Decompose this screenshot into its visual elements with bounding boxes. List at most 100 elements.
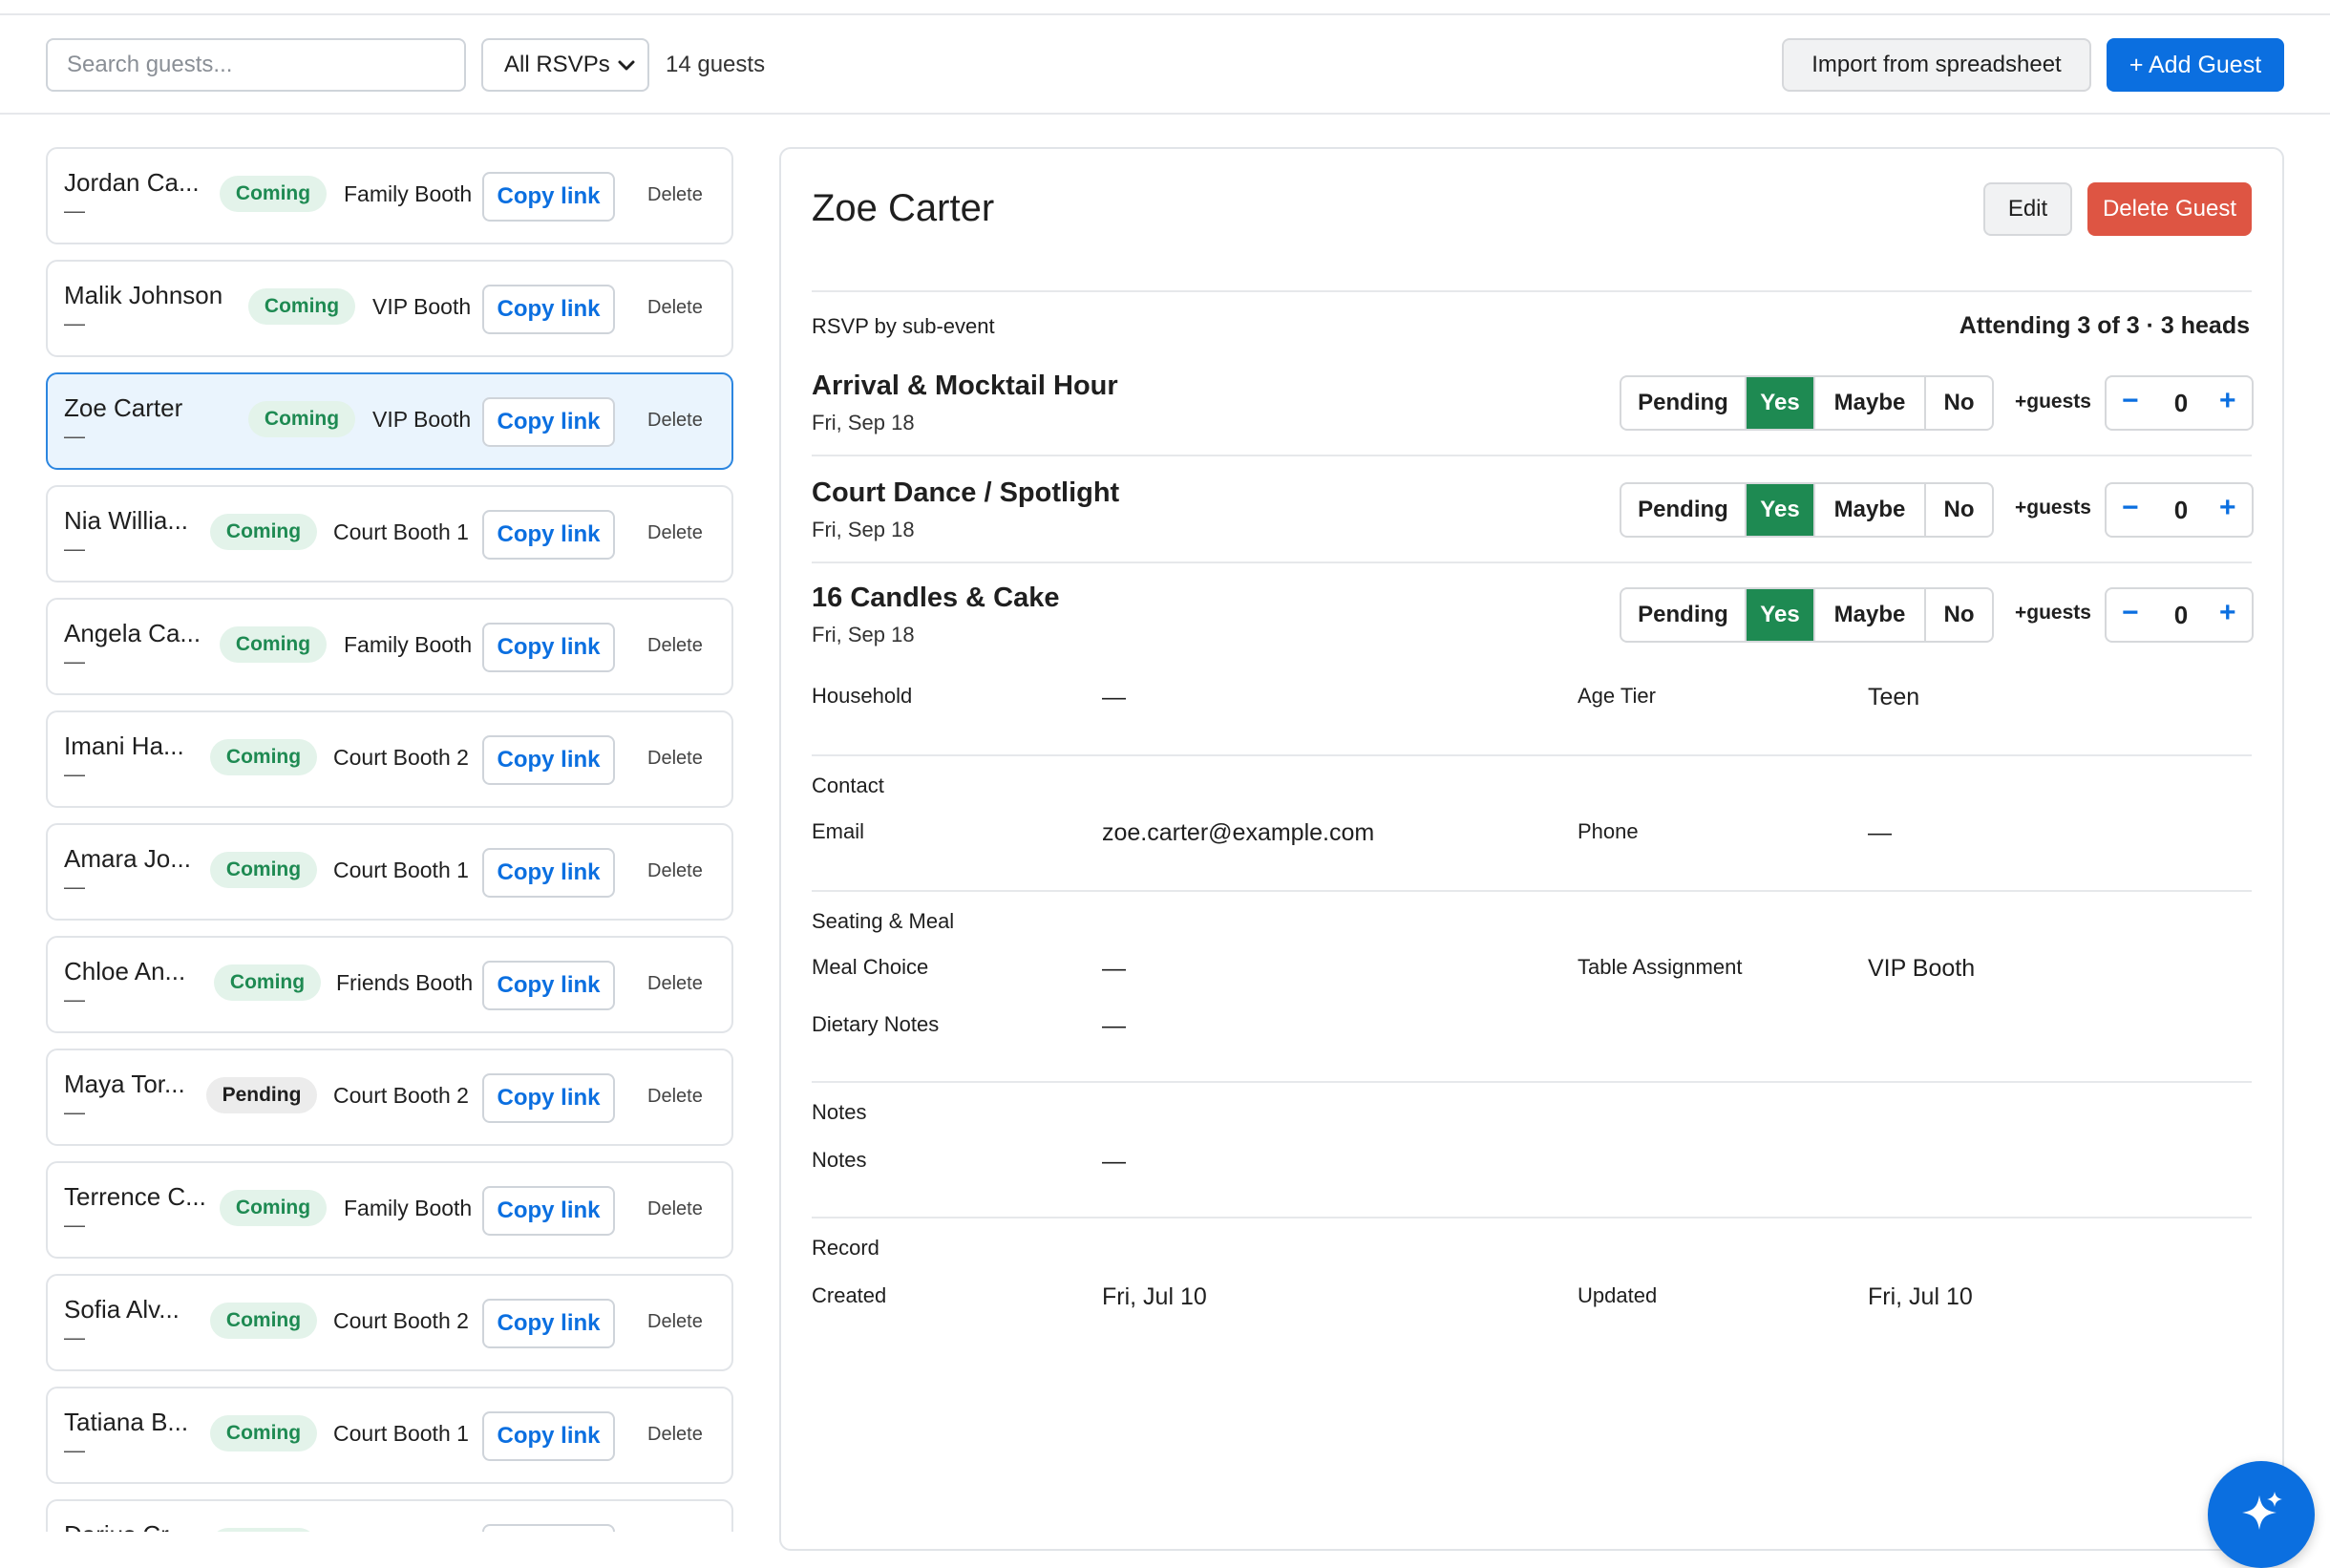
plus-guests-stepper: − 0 + (2105, 587, 2254, 643)
status-badge: Coming (248, 401, 355, 437)
guest-card[interactable]: Terrence C... — Coming Family Booth Copy… (46, 1161, 733, 1259)
rsvp-yes-option[interactable]: Yes (1747, 377, 1815, 429)
guest-card[interactable]: Sofia Alv... — Coming Court Booth 2 Copy… (46, 1274, 733, 1371)
rsvp-pending-option[interactable]: Pending (1621, 589, 1747, 641)
delete-guest-link[interactable]: Delete (647, 748, 703, 770)
guest-card[interactable]: Angela Ca... — Coming Family Booth Copy … (46, 598, 733, 695)
rsvp-yes-option[interactable]: Yes (1747, 589, 1815, 641)
guest-card[interactable]: Chloe An... — Coming Friends Booth Copy … (46, 936, 733, 1033)
guest-household: — (64, 649, 85, 673)
rsvp-pending-option[interactable]: Pending (1621, 377, 1747, 429)
guest-card-selected[interactable]: Zoe Carter — Coming VIP Booth Copy link … (46, 372, 733, 470)
delete-guest-link[interactable]: Delete (647, 973, 703, 995)
delete-guest-link[interactable]: Delete (647, 522, 703, 544)
guest-card[interactable]: Nia Willia... — Coming Court Booth 1 Cop… (46, 485, 733, 583)
copy-link-button[interactable]: Copy link (482, 961, 615, 1010)
guest-name: Malik Johnson (64, 281, 223, 309)
increment-button[interactable]: + (2219, 385, 2236, 417)
plus-guests-label: +guests (2015, 391, 2091, 413)
status-badge: Coming (210, 514, 317, 550)
copy-link-button[interactable]: Copy link (482, 1411, 615, 1461)
decrement-button[interactable]: − (2122, 385, 2139, 417)
rsvp-no-option[interactable]: No (1926, 377, 1992, 429)
contact-heading: Contact (812, 773, 884, 797)
guest-card[interactable]: Maya Tor... — Pending Court Booth 2 Copy… (46, 1049, 733, 1146)
delete-guest-link[interactable]: Delete (647, 1086, 703, 1108)
copy-link-button[interactable]: Copy link (482, 1299, 615, 1348)
age-tier-label: Age Tier (1578, 684, 1656, 708)
guest-table: Court Booth 2 (333, 1083, 469, 1108)
divider (812, 455, 2252, 456)
copy-link-button[interactable]: Copy link (482, 735, 615, 785)
rsvp-yes-option[interactable]: Yes (1747, 484, 1815, 536)
rsvp-pending-option[interactable]: Pending (1621, 484, 1747, 536)
rsvp-segmented-control: Pending Yes Maybe No (1620, 375, 1994, 431)
delete-guest-link[interactable]: Delete (647, 184, 703, 206)
search-input[interactable] (46, 38, 466, 92)
copy-link-button[interactable]: Copy link (482, 848, 615, 898)
chevron-down-icon (618, 60, 635, 71)
rsvp-maybe-option[interactable]: Maybe (1815, 377, 1926, 429)
guest-household: — (64, 1438, 85, 1462)
guest-card[interactable]: Imani Ha... — Coming Court Booth 2 Copy … (46, 710, 733, 808)
copy-link-button[interactable]: Copy link (482, 285, 615, 334)
guest-card[interactable]: Jordan Ca... — Coming Family Booth Copy … (46, 147, 733, 244)
copy-link-button[interactable]: Copy link (482, 510, 615, 560)
guest-table: Family Booth (344, 632, 473, 657)
rsvp-filter-select[interactable]: All RSVPs (481, 38, 649, 92)
increment-button[interactable]: + (2219, 492, 2236, 524)
rsvp-no-option[interactable]: No (1926, 589, 1992, 641)
guest-card[interactable]: Darius Cr... (46, 1499, 733, 1532)
copy-link-button[interactable]: Copy link (482, 1186, 615, 1236)
guest-name: Nia Willia... (64, 506, 189, 535)
created-value: Fri, Jul 10 (1102, 1283, 1207, 1310)
guest-household: — (64, 1325, 85, 1349)
delete-guest-link[interactable]: Delete (647, 860, 703, 882)
delete-guest-button[interactable]: Delete Guest (2087, 182, 2252, 236)
toolbar: All RSVPs 14 guests Import from spreadsh… (0, 15, 2330, 115)
guest-card[interactable]: Tatiana B... — Coming Court Booth 1 Copy… (46, 1387, 733, 1484)
copy-link-button[interactable]: Copy link (482, 1073, 615, 1123)
add-guest-button[interactable]: + Add Guest (2107, 38, 2284, 92)
import-spreadsheet-button[interactable]: Import from spreadsheet (1782, 38, 2091, 92)
copy-link-button[interactable]: Copy link (482, 623, 615, 672)
increment-button[interactable]: + (2219, 597, 2236, 629)
divider (812, 290, 2252, 292)
decrement-button[interactable]: − (2122, 597, 2139, 629)
delete-guest-link[interactable]: Delete (647, 1311, 703, 1333)
status-badge: Coming (210, 852, 317, 888)
decrement-button[interactable]: − (2122, 492, 2139, 524)
event-date: Fri, Sep 18 (812, 518, 915, 541)
rsvp-maybe-option[interactable]: Maybe (1815, 484, 1926, 536)
guest-table: Court Booth 1 (333, 1421, 469, 1446)
rsvp-no-option[interactable]: No (1926, 484, 1992, 536)
plus-guests-stepper: − 0 + (2105, 375, 2254, 431)
divider (812, 562, 2252, 563)
dietary-notes-label: Dietary Notes (812, 1012, 940, 1036)
plus-guests-value: 0 (2173, 389, 2189, 417)
guest-name: Maya Tor... (64, 1070, 185, 1098)
guest-card[interactable]: Amara Jo... — Coming Court Booth 1 Copy … (46, 823, 733, 921)
copy-link-button[interactable] (482, 1524, 615, 1532)
plus-guests-label: +guests (2015, 602, 2091, 624)
delete-guest-link[interactable]: Delete (647, 635, 703, 657)
copy-link-button[interactable]: Copy link (482, 397, 615, 447)
plus-guests-value: 0 (2173, 496, 2189, 524)
seating-heading: Seating & Meal (812, 909, 955, 933)
edit-button[interactable]: Edit (1983, 182, 2072, 236)
guest-household: — (64, 875, 85, 899)
guest-card[interactable]: Malik Johnson — Coming VIP Booth Copy li… (46, 260, 733, 357)
updated-value: Fri, Jul 10 (1868, 1283, 1973, 1310)
rsvp-maybe-option[interactable]: Maybe (1815, 589, 1926, 641)
delete-guest-link[interactable]: Delete (647, 1198, 703, 1220)
status-badge: Coming (210, 1303, 317, 1339)
copy-link-button[interactable]: Copy link (482, 172, 615, 222)
divider (812, 890, 2252, 892)
delete-guest-link[interactable]: Delete (647, 410, 703, 432)
delete-guest-link[interactable]: Delete (647, 1424, 703, 1446)
plus-guests-stepper: − 0 + (2105, 482, 2254, 538)
delete-guest-link[interactable]: Delete (647, 297, 703, 319)
notes-label: Notes (812, 1148, 867, 1172)
assistant-fab-button[interactable] (2208, 1461, 2315, 1568)
guest-household: — (64, 199, 85, 222)
